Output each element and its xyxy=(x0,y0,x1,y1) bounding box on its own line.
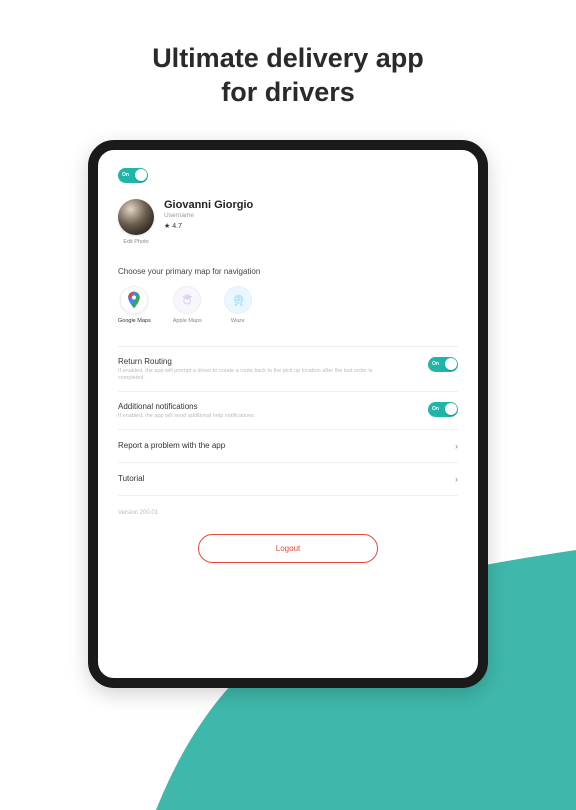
profile-section: Edit Photo Giovanni Giorgio Username ★ 4… xyxy=(118,199,458,245)
headline-line2: for drivers xyxy=(221,77,355,107)
tutorial-label: Tutorial xyxy=(118,474,144,483)
map-options-row: Google Maps Apple Maps Waze xyxy=(118,286,458,324)
return-routing-toggle[interactable]: On xyxy=(428,357,458,372)
google-maps-icon xyxy=(120,286,148,314)
waze-icon xyxy=(224,286,252,314)
toggle-knob xyxy=(445,358,457,370)
apple-maps-icon xyxy=(173,286,201,314)
report-problem-label: Report a problem with the app xyxy=(118,441,225,450)
marketing-headline: Ultimate delivery app for drivers xyxy=(0,42,576,110)
tutorial-row[interactable]: Tutorial › xyxy=(118,463,458,496)
profile-username: Username xyxy=(164,212,253,219)
chevron-right-icon: › xyxy=(455,474,458,484)
avatar[interactable] xyxy=(118,199,154,235)
map-option-google[interactable]: Google Maps xyxy=(118,286,151,324)
additional-notifications-desc: If enabled, the app will send additional… xyxy=(118,413,255,420)
map-option-apple[interactable]: Apple Maps xyxy=(173,286,202,324)
edit-photo-link[interactable]: Edit Photo xyxy=(118,239,154,245)
map-label-apple: Apple Maps xyxy=(173,318,202,324)
toggle-knob xyxy=(135,169,147,181)
return-routing-desc: If enabled, the app will prompt a driver… xyxy=(118,368,388,382)
report-problem-row[interactable]: Report a problem with the app › xyxy=(118,430,458,463)
setting-return-routing: Return Routing If enabled, the app will … xyxy=(118,347,458,392)
map-section-label: Choose your primary map for navigation xyxy=(118,267,458,276)
toggle-label: On xyxy=(432,361,439,367)
version-text: Version 200.01 xyxy=(118,510,458,516)
tablet-frame: On Edit Photo Giovanni Giorgio Username … xyxy=(88,140,488,688)
toggle-label: On xyxy=(432,406,439,412)
logout-button[interactable]: Logout xyxy=(198,534,378,563)
avatar-block: Edit Photo xyxy=(118,199,154,245)
profile-rating: ★ 4.7 xyxy=(164,222,253,230)
rating-value: 4.7 xyxy=(172,223,182,230)
status-toggle[interactable]: On xyxy=(118,168,148,183)
star-icon: ★ xyxy=(164,223,170,230)
setting-additional-notifications: Additional notifications If enabled, the… xyxy=(118,392,458,430)
map-label-google: Google Maps xyxy=(118,318,151,324)
toggle-label: On xyxy=(122,172,129,178)
return-routing-title: Return Routing xyxy=(118,357,388,366)
chevron-right-icon: › xyxy=(455,441,458,451)
additional-notifications-toggle[interactable]: On xyxy=(428,402,458,417)
app-screen: On Edit Photo Giovanni Giorgio Username … xyxy=(98,150,478,678)
profile-info: Giovanni Giorgio Username ★ 4.7 xyxy=(164,199,253,230)
additional-notifications-title: Additional notifications xyxy=(118,402,255,411)
map-label-waze: Waze xyxy=(231,318,245,324)
toggle-knob xyxy=(445,403,457,415)
headline-line1: Ultimate delivery app xyxy=(152,43,424,73)
profile-name: Giovanni Giorgio xyxy=(164,199,253,211)
map-option-waze[interactable]: Waze xyxy=(224,286,252,324)
